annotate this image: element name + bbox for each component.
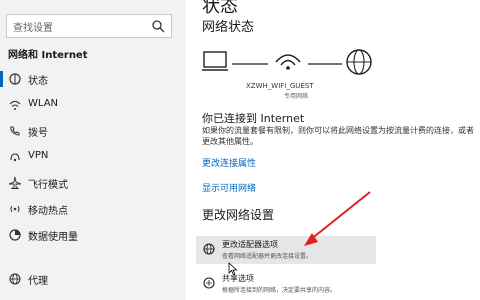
search-placeholder: 查找设置 [13, 23, 53, 34]
airplane-icon [8, 176, 22, 189]
pc-icon [202, 51, 228, 71]
sidebar-item-proxy[interactable]: 代理 [0, 266, 186, 292]
home-icon [9, 73, 21, 85]
sidebar: 查找设置 网络和 Internet 状态 WLAN 拨号 VPN 飞行模式 移动… [0, 0, 186, 300]
phone-icon [10, 126, 20, 136]
sidebar-item-wlan[interactable]: WLAN [0, 92, 186, 118]
search-input[interactable]: 查找设置 [6, 14, 172, 38]
sidebar-item-label: VPN [28, 150, 49, 161]
sidebar-item-label: 代理 [28, 276, 48, 287]
sidebar-section-title: 网络和 Internet [8, 50, 88, 61]
sidebar-item-label: 移动热点 [28, 206, 68, 217]
main-content: 状态 网络状态 XZWH_WIFI_GUEST 专用网络 你已连接到 Inter… [186, 0, 480, 300]
sidebar-item-airplane-mode[interactable]: 飞行模式 [0, 170, 186, 196]
option-subtitle: 根据所连接到的网络，决定要共享的内容。 [222, 287, 337, 294]
sidebar-item-dialup[interactable]: 拨号 [0, 118, 186, 144]
sidebar-item-label: WLAN [28, 98, 59, 109]
connection-description: 如果你的流量套餐有限制，则你可以将此网络设置为按流量计费的连接，或者更改其他属性… [202, 126, 474, 146]
option-title: 更改适配器选项 [222, 240, 278, 249]
change-network-settings-heading: 更改网络设置 [202, 208, 275, 222]
sidebar-item-label: 拨号 [28, 128, 48, 139]
option-title: 共享选项 [222, 274, 254, 283]
sidebar-item-hotspot[interactable]: 移动热点 [0, 196, 186, 222]
globe-icon [9, 273, 21, 285]
router-wifi-icon [275, 54, 301, 70]
sidebar-item-vpn[interactable]: VPN [0, 144, 186, 170]
change-adapter-options-button[interactable]: 更改适配器选项 查看网络适配器并更改连接设置。 [196, 236, 376, 264]
sharing-options-button[interactable]: 共享选项 根据所连接到的网络，决定要共享的内容。 [196, 270, 376, 298]
search-icon[interactable] [151, 19, 165, 33]
hotspot-icon [10, 205, 20, 213]
sidebar-item-status[interactable]: 状态 [0, 66, 186, 92]
adapter-icon [203, 243, 215, 255]
sidebar-item-label: 状态 [28, 76, 48, 87]
sidebar-item-data-usage[interactable]: 数据使用量 [0, 222, 186, 248]
sharing-icon [203, 277, 215, 289]
change-connection-properties-link[interactable]: 更改连接属性 [202, 156, 256, 169]
network-ssid: XZWH_WIFI_GUEST [246, 82, 314, 90]
connected-title: 你已连接到 Internet [202, 112, 305, 125]
data-usage-icon [9, 229, 21, 241]
sidebar-item-label: 飞行模式 [28, 180, 68, 191]
sidebar-item-label: 数据使用量 [28, 232, 78, 243]
network-type: 专用网络 [284, 93, 309, 100]
mouse-cursor-icon [228, 262, 238, 276]
show-available-networks-link[interactable]: 显示可用网络 [202, 181, 256, 194]
option-subtitle: 查看网络适配器并更改连接设置。 [222, 253, 313, 260]
vpn-icon [10, 153, 20, 162]
wifi-icon [9, 100, 21, 110]
internet-globe-icon [346, 49, 372, 75]
network-status-heading: 网络状态 [202, 20, 255, 35]
